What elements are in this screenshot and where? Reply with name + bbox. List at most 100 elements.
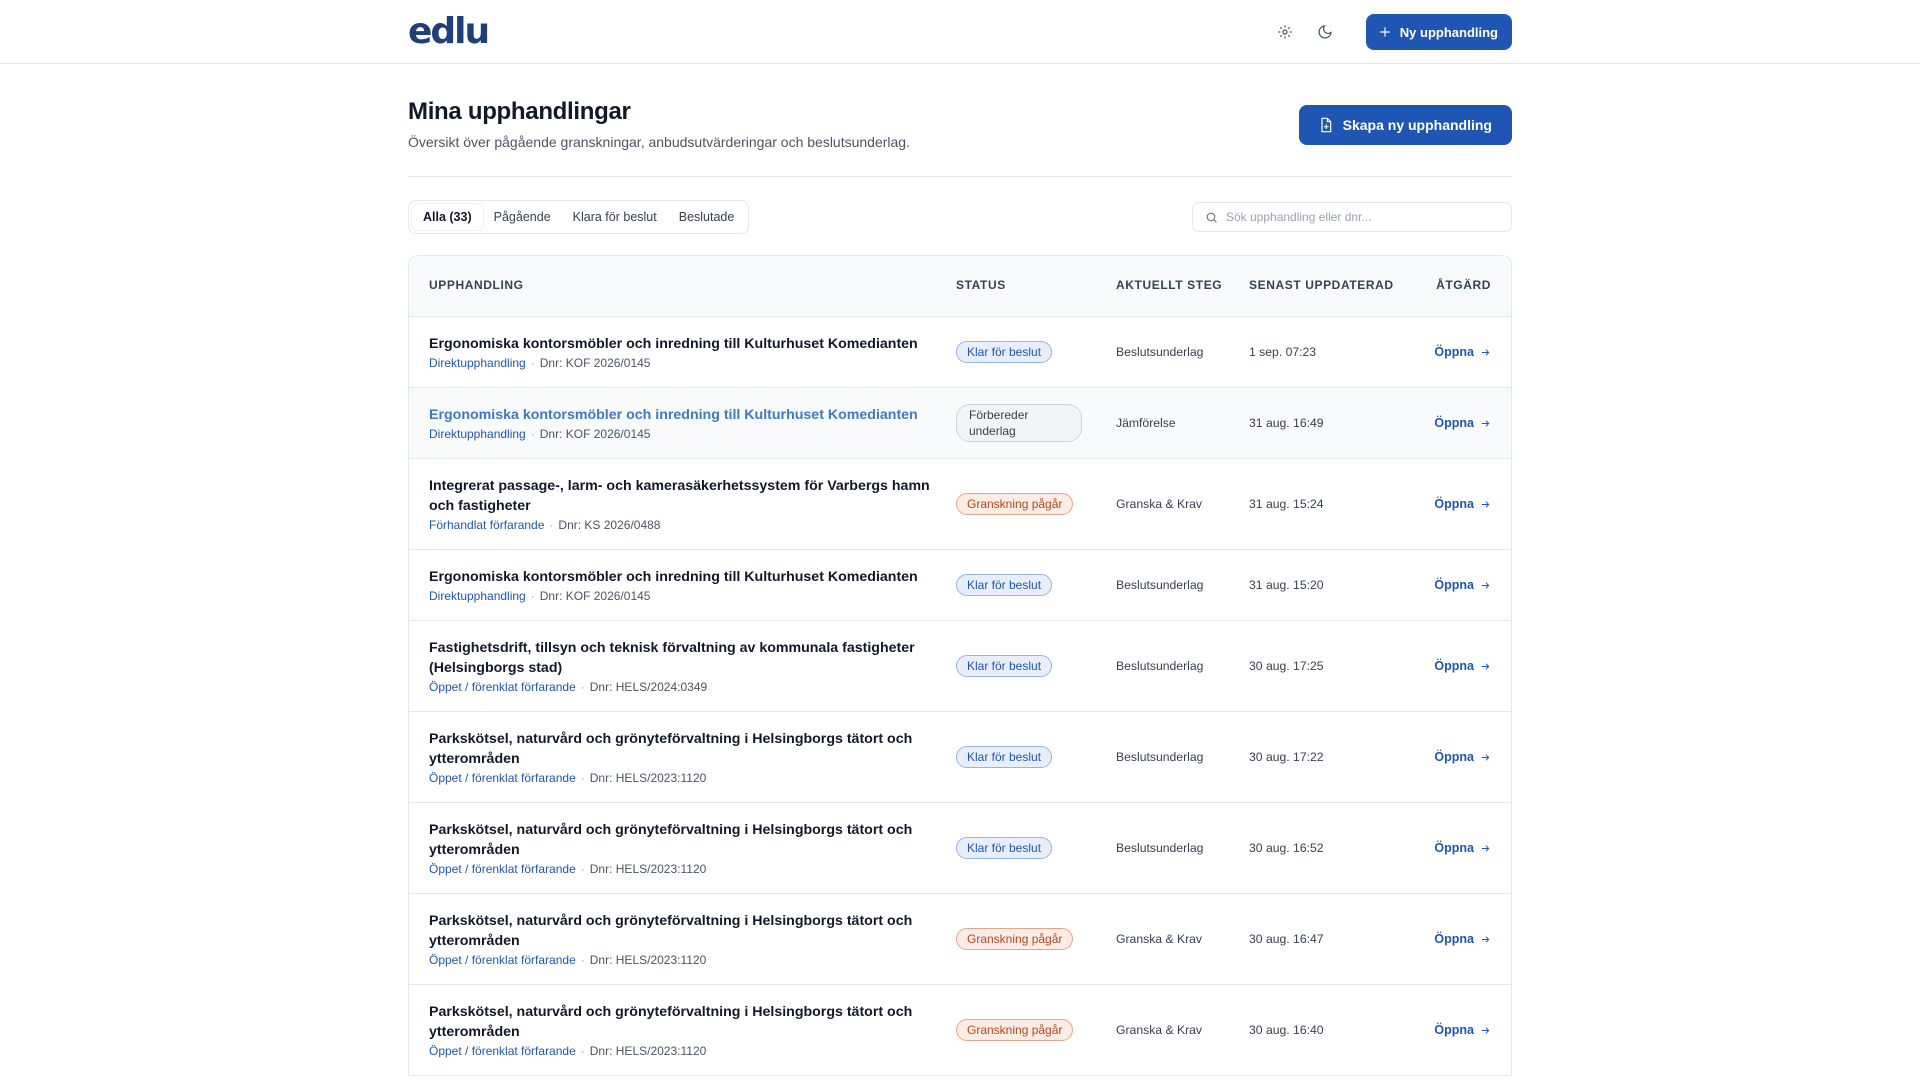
table-row[interactable]: Parkskötsel, naturvård och grönyteförval… <box>409 894 1511 985</box>
procurement-title[interactable]: Ergonomiska kontorsmöbler och inredning … <box>429 567 956 587</box>
table-header: Upphandling Status Aktuellt steg Senast … <box>409 256 1511 317</box>
procurement-title[interactable]: Parkskötsel, naturvård och grönyteförval… <box>429 820 956 860</box>
filter-tab[interactable]: Beslutade <box>668 204 746 230</box>
procurement-cell: Parkskötsel, naturvård och grönyteförval… <box>409 729 956 785</box>
search-input[interactable] <box>1226 210 1499 224</box>
procurement-dnr: Dnr: HELS/2023:1120 <box>589 953 707 967</box>
status-cell: Granskning pågår <box>956 1019 1116 1041</box>
procurement-title[interactable]: Fastighetsdrift, tillsyn och teknisk för… <box>429 638 956 678</box>
procurement-cell: Ergonomiska kontorsmöbler och inredning … <box>409 567 956 603</box>
header-step[interactable]: Aktuellt steg <box>1116 278 1249 294</box>
filter-tab[interactable]: Pågående <box>483 204 562 230</box>
procurement-type: Öppet / förenklat förfarande <box>429 953 576 967</box>
open-link[interactable]: Öppna <box>1434 932 1491 946</box>
action-cell: Öppna <box>1399 748 1511 766</box>
header-procurement[interactable]: Upphandling <box>409 278 956 294</box>
open-link[interactable]: Öppna <box>1434 416 1491 430</box>
new-procurement-button[interactable]: Ny upphandling <box>1365 14 1512 50</box>
page-header: Mina upphandlingar Översikt över pågåend… <box>408 64 1512 177</box>
arrow-right-icon <box>1481 753 1490 761</box>
action-cell: Öppna <box>1399 657 1511 675</box>
table-body: Ergonomiska kontorsmöbler och inredning … <box>409 317 1511 1076</box>
updated-cell: 30 aug. 17:22 <box>1249 750 1324 764</box>
meta-separator: · <box>580 862 585 876</box>
step-cell: Jämförelse <box>1116 416 1176 430</box>
logo[interactable]: edlu <box>408 14 490 50</box>
table-row[interactable]: Parkskötsel, naturvård och grönyteförval… <box>409 712 1511 803</box>
search-icon <box>1206 212 1217 223</box>
procurement-type: Öppet / förenklat förfarande <box>429 862 576 876</box>
procurement-type: Direktupphandling <box>429 589 526 603</box>
table-row[interactable]: Fastighetsdrift, tillsyn och teknisk för… <box>409 621 1511 712</box>
procurement-title[interactable]: Ergonomiska kontorsmöbler och inredning … <box>429 405 956 425</box>
search-box[interactable] <box>1192 202 1512 232</box>
open-link[interactable]: Öppna <box>1434 497 1491 511</box>
procurement-meta: Öppet / förenklat förfarande · Dnr: HELS/2… <box>429 862 956 876</box>
procurement-cell: Ergonomiska kontorsmöbler och inredning … <box>409 334 956 370</box>
procurement-title[interactable]: Parkskötsel, naturvård och grönyteförval… <box>429 1002 956 1042</box>
filter-row: Alla (33) Pågående Klara för beslut Besluta… <box>408 200 1512 234</box>
status-cell: Klar för beslut <box>956 341 1116 363</box>
main-content: Mina upphandlingar Översikt över pågåend… <box>408 64 1512 1076</box>
status-badge: Granskning pågår <box>956 493 1074 515</box>
procurement-title[interactable]: Parkskötsel, naturvård och grönyteförval… <box>429 911 956 951</box>
table-row[interactable]: Ergonomiska kontorsmöbler och inredning … <box>409 388 1511 459</box>
open-link[interactable]: Öppna <box>1434 750 1491 764</box>
procurement-cell: Parkskötsel, naturvård och grönyteförval… <box>409 1002 956 1058</box>
header-status[interactable]: Status <box>956 278 1116 294</box>
settings-button[interactable] <box>1272 19 1298 45</box>
meta-separator: · <box>580 1044 585 1058</box>
open-link[interactable]: Öppna <box>1434 345 1491 359</box>
gear-icon <box>1278 25 1292 39</box>
procurement-title[interactable]: Ergonomiska kontorsmöbler och inredning … <box>429 334 956 354</box>
arrow-right-icon <box>1481 844 1490 852</box>
status-cell: Förbereder underlag <box>956 404 1116 442</box>
page-subtitle: Översikt över pågående granskningar, anb… <box>408 134 910 150</box>
filter-tab[interactable]: Klara för beslut <box>562 204 668 230</box>
action-cell: Öppna <box>1399 343 1511 361</box>
procurement-dnr: Dnr: HELS/2023:1120 <box>589 862 707 876</box>
header-action: Åtgärd <box>1436 278 1491 293</box>
status-cell: Klar för beslut <box>956 837 1116 859</box>
open-label: Öppna <box>1434 578 1474 592</box>
table-row[interactable]: Ergonomiska kontorsmöbler och inredning … <box>409 550 1511 621</box>
status-badge: Förbereder underlag <box>956 404 1082 442</box>
status-cell: Granskning pågår <box>956 493 1116 515</box>
open-link[interactable]: Öppna <box>1434 578 1491 592</box>
procurement-cell: Ergonomiska kontorsmöbler och inredning … <box>409 405 956 441</box>
action-cell: Öppna <box>1399 839 1511 857</box>
open-label: Öppna <box>1434 1023 1474 1037</box>
page-title: Mina upphandlingar <box>408 98 631 125</box>
arrow-right-icon <box>1481 662 1490 670</box>
procurement-meta: Öppet / förenklat förfarande · Dnr: HELS/2… <box>429 680 956 694</box>
updated-cell: 30 aug. 17:25 <box>1249 659 1324 673</box>
open-label: Öppna <box>1434 841 1474 855</box>
open-link[interactable]: Öppna <box>1434 841 1491 855</box>
filter-tabs: Alla (33) Pågående Klara för beslut Besluta… <box>408 200 750 234</box>
filter-tab[interactable]: Alla (33) <box>412 204 483 230</box>
step-cell: Granska & Krav <box>1116 1023 1203 1037</box>
create-procurement-button[interactable]: Skapa ny upphandling <box>1298 105 1512 145</box>
procurement-title[interactable]: Integrerat passage-, larm- och kamerasäk… <box>429 476 956 516</box>
top-bar: edlu Ny upphandling <box>0 0 1920 64</box>
procurement-dnr: Dnr: KOF 2026/0145 <box>539 589 651 603</box>
procurement-title[interactable]: Parkskötsel, naturvård och grönyteförval… <box>429 729 956 769</box>
arrow-right-icon <box>1481 581 1490 589</box>
table-row[interactable]: Parkskötsel, naturvård och grönyteförval… <box>409 985 1511 1076</box>
create-procurement-label: Skapa ny upphandling <box>1342 117 1492 133</box>
status-badge: Klar för beslut <box>956 574 1053 596</box>
arrow-right-icon <box>1481 935 1490 943</box>
open-link[interactable]: Öppna <box>1434 659 1491 673</box>
action-cell: Öppna <box>1399 930 1511 948</box>
plus-icon <box>1380 27 1390 37</box>
dark-mode-toggle[interactable] <box>1312 19 1338 45</box>
arrow-right-icon <box>1481 1026 1490 1034</box>
table-row[interactable]: Ergonomiska kontorsmöbler och inredning … <box>409 317 1511 388</box>
procurement-type: Öppet / förenklat förfarande <box>429 1044 576 1058</box>
updated-cell: 31 aug. 15:20 <box>1249 578 1324 592</box>
table-row[interactable]: Integrerat passage-, larm- och kamerasäk… <box>409 459 1511 550</box>
header-updated[interactable]: Senast uppdaterad <box>1249 278 1399 294</box>
open-link[interactable]: Öppna <box>1434 1023 1491 1037</box>
table-row[interactable]: Parkskötsel, naturvård och grönyteförval… <box>409 803 1511 894</box>
open-label: Öppna <box>1434 497 1474 511</box>
